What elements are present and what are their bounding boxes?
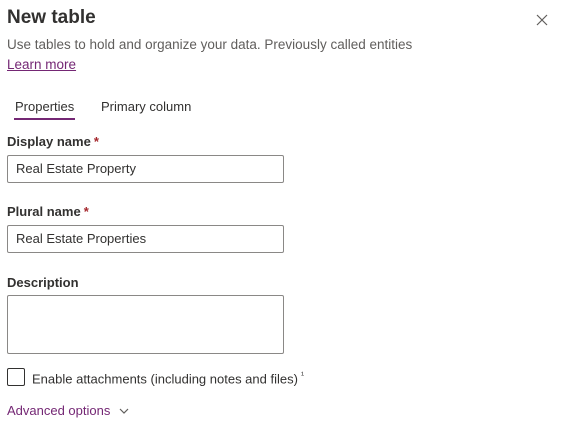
plural-name-field[interactable]: Real Estate Properties: [7, 225, 284, 253]
chevron-down-icon: [119, 408, 129, 414]
description-field[interactable]: [7, 295, 284, 354]
required-marker: *: [93, 134, 99, 149]
plural-name-label: Plural name *: [7, 204, 89, 219]
advanced-options-label: Advanced options: [7, 403, 111, 418]
enable-attachments-label: Enable attachments (including notes and …: [32, 370, 304, 386]
panel-subtitle: Use tables to hold and organize your dat…: [7, 37, 413, 52]
footnote-marker: ¹: [300, 370, 304, 380]
advanced-options-toggle[interactable]: Advanced options: [7, 403, 130, 418]
tab-primary-column[interactable]: Primary column: [101, 99, 191, 114]
new-table-panel: New table Use tables to hold and organiz…: [0, 0, 561, 436]
close-icon[interactable]: [534, 12, 550, 28]
enable-attachments-text: Enable attachments (including notes and …: [32, 371, 298, 387]
enable-attachments-checkbox[interactable]: [7, 368, 25, 386]
panel-title: New table: [7, 7, 96, 28]
display-name-label: Display name *: [7, 134, 99, 149]
display-name-label-text: Display name: [7, 134, 91, 149]
learn-more-link[interactable]: Learn more: [7, 57, 76, 72]
active-tab-indicator: [14, 118, 75, 120]
description-label: Description: [7, 275, 79, 290]
tab-properties[interactable]: Properties: [15, 99, 74, 114]
plural-name-label-text: Plural name: [7, 204, 81, 219]
required-marker: *: [83, 204, 89, 219]
display-name-field[interactable]: Real Estate Property: [7, 155, 284, 183]
